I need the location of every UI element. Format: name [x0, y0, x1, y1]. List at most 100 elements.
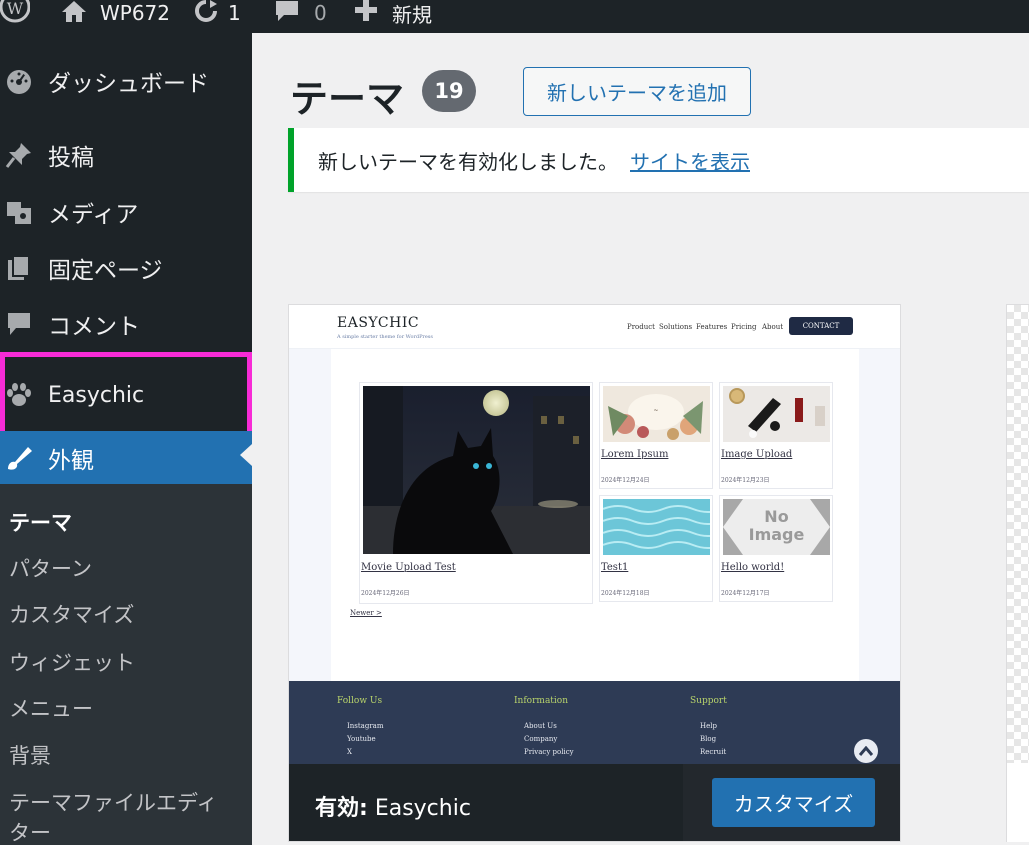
menu-easychic[interactable]: Easychic	[0, 352, 252, 438]
footer-link: Privacy policy	[524, 748, 574, 756]
footer-heading: Support	[690, 696, 727, 706]
preview-post-card: ~ Lorem Ipsum 2024年12月24日	[599, 382, 713, 489]
comment-bubble-icon	[274, 0, 300, 28]
preview-nav-item: Features	[696, 323, 728, 331]
preview-post-date: 2024年12月17日	[721, 590, 770, 597]
submenu-customize[interactable]: カスタマイズ	[9, 599, 134, 629]
footer-link: Help	[700, 722, 717, 730]
new-label: 新規	[392, 2, 432, 27]
site-name-link[interactable]: WP672	[60, 0, 170, 26]
preview-post-title: Test1	[601, 562, 629, 573]
active-theme-card[interactable]: EASYCHIC A simple starter theme for Word…	[288, 304, 901, 842]
preview-contact-button: CONTACT	[789, 317, 853, 335]
menu-appearance[interactable]: 外観	[0, 431, 252, 484]
preview-header: EASYCHIC A simple starter theme for Word…	[289, 305, 900, 349]
customize-button[interactable]: カスタマイズ	[712, 778, 875, 827]
updates-icon	[192, 0, 220, 28]
menu-comments[interactable]: コメント	[0, 300, 252, 348]
preview-post-title: Lorem Ipsum	[601, 449, 669, 460]
water-image	[602, 499, 724, 555]
submenu-themes[interactable]: テーマ	[9, 507, 72, 537]
preview-post-date: 2024年12月23日	[721, 477, 770, 484]
theme-actions: カスタマイズ	[683, 764, 900, 841]
floral-image: ~	[603, 386, 710, 442]
active-prefix: 有効:	[315, 796, 368, 821]
preview-footer: Follow Us Instagram Youtube X Informatio…	[289, 681, 900, 764]
menu-media[interactable]: メディア	[0, 188, 252, 236]
preview-body: Movie Upload Test 2024年12月26日 ~ Lorem Ip…	[289, 349, 900, 681]
footer-link: Instagram	[347, 722, 384, 730]
current-menu-arrow	[240, 444, 252, 466]
submenu-theme-file-editor-cont[interactable]: ター	[9, 817, 51, 845]
footer-heading: Follow Us	[337, 696, 383, 706]
theme-screenshot[interactable]: EASYCHIC A simple starter theme for Word…	[289, 305, 900, 764]
add-new-theme-button[interactable]: 新しいテーマを追加	[523, 67, 751, 116]
submenu-widgets[interactable]: ウィジェット	[9, 647, 135, 677]
footer-link: About Us	[524, 722, 557, 730]
preview-post-date: 2024年12月18日	[601, 590, 650, 597]
footer-heading: Information	[514, 696, 569, 706]
dashboard-icon	[4, 66, 34, 96]
home-icon	[60, 0, 88, 28]
preview-post-date: 2024年12月26日	[361, 590, 410, 597]
page-title: テーマ	[290, 77, 405, 121]
black-cat-image	[363, 386, 590, 554]
theme-card-footer: 有効: Easychic カスタマイズ	[289, 764, 900, 841]
footer-link: Recruit	[700, 748, 727, 756]
wordpress-logo-icon[interactable]: W	[0, 0, 30, 26]
no-image-text-line2: Image	[748, 525, 805, 544]
preview-nav-item: Product	[627, 323, 655, 331]
preview-logo: EASYCHIC	[337, 315, 420, 331]
notice-text: 新しいテーマを有効化しました。	[318, 149, 618, 174]
preview-post-card: Image Upload 2024年12月23日	[719, 382, 833, 489]
preview-post-card: Test1 2024年12月18日	[599, 495, 724, 602]
theme-card-partial[interactable]	[1006, 304, 1029, 842]
footer-link: X	[347, 748, 352, 756]
active-theme-label: 有効: Easychic	[315, 790, 471, 822]
submenu-theme-file-editor[interactable]: テーマファイルエディ	[9, 787, 218, 817]
updates-count: 1	[228, 1, 241, 25]
menu-pages[interactable]: 固定ページ	[0, 244, 252, 292]
active-theme-name: Easychic	[374, 796, 471, 821]
footer-link: Blog	[700, 735, 717, 743]
submenu-patterns[interactable]: パターン	[9, 553, 92, 583]
preview-content: Movie Upload Test 2024年12月26日 ~ Lorem Ip…	[331, 349, 859, 681]
menu-dashboard[interactable]: ダッシュボード	[0, 57, 252, 105]
preview-post-title: Image Upload	[721, 449, 793, 460]
preview-nav-item: About	[762, 323, 784, 331]
theme-count-badge: 19	[422, 70, 476, 112]
menu-comments-label: コメント	[48, 314, 140, 340]
scroll-to-top-icon	[854, 739, 878, 763]
admin-bar: W WP672 1 0 新規	[0, 0, 1029, 33]
success-notice: 新しいテーマを有効化しました。 サイトを表示	[288, 128, 1029, 192]
site-name: WP672	[100, 1, 171, 25]
updates-link[interactable]: 1	[192, 0, 241, 26]
brush-icon	[4, 443, 34, 473]
theme-card-partial-footer	[1006, 763, 1029, 842]
footer-link: Youtube	[347, 735, 376, 743]
new-content-link[interactable]: 新規	[354, 0, 432, 27]
preview-post-date: 2024年12月24日	[601, 477, 650, 484]
submenu-background[interactable]: 背景	[9, 740, 51, 770]
submenu-menus[interactable]: メニュー	[9, 693, 93, 723]
view-site-link[interactable]: サイトを表示	[630, 146, 750, 175]
menu-posts-label: 投稿	[48, 145, 94, 171]
no-image-placeholder: No Image	[723, 499, 830, 555]
preview-post-card: Movie Upload Test 2024年12月26日	[359, 382, 593, 604]
menu-dashboard-label: ダッシュボード	[48, 71, 209, 97]
menu-media-label: メディア	[48, 202, 139, 228]
svg-text:W: W	[7, 0, 24, 18]
media-icon	[4, 197, 34, 227]
preview-nav-item: Solutions	[659, 323, 693, 331]
appearance-submenu: テーマ パターン カスタマイズ ウィジェット メニュー 背景 テーマファイルエデ…	[0, 484, 252, 845]
paw-icon	[4, 380, 34, 410]
preview-post-card: No Image Hello world! 2024年12月17日	[719, 495, 833, 602]
comments-link[interactable]: 0	[274, 0, 327, 26]
preview-newer-link: Newer >	[350, 609, 382, 617]
pin-icon	[4, 140, 34, 170]
no-image-text-line1: No	[764, 507, 789, 526]
preview-post-title: Movie Upload Test	[361, 562, 456, 573]
comments-count: 0	[314, 1, 327, 25]
menu-posts[interactable]: 投稿	[0, 131, 252, 179]
preview-post-title: Hello world!	[721, 562, 785, 573]
